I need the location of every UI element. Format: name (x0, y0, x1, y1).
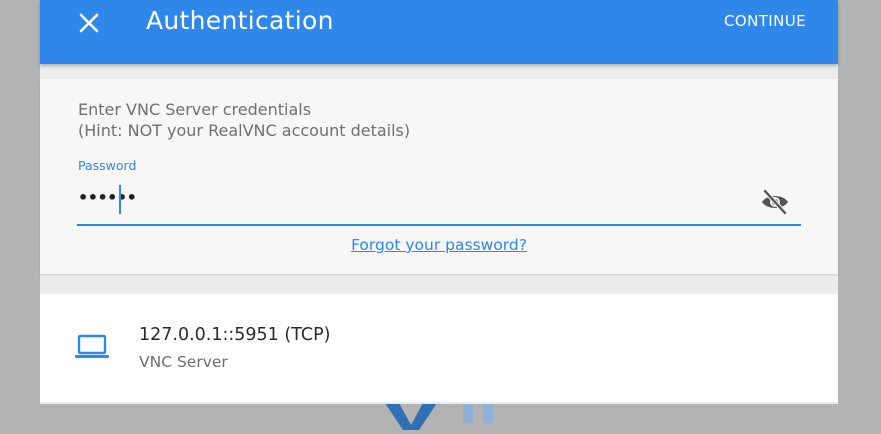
app-bar: Authentication CONTINUE (40, 0, 838, 64)
text-caret (119, 185, 121, 214)
password-input[interactable]: •••••• (78, 188, 137, 207)
eye-off-icon (762, 188, 788, 216)
close-button[interactable] (74, 8, 104, 38)
forgot-password-link[interactable]: Forgot your password? (351, 236, 527, 254)
laptop-icon (75, 334, 109, 360)
toggle-password-visibility-button[interactable] (759, 186, 791, 218)
server-type: VNC Server (139, 353, 228, 371)
dialog-title: Authentication (146, 6, 334, 35)
background-logo (385, 403, 505, 430)
auth-dialog: Authentication CONTINUE Enter VNC Server… (40, 0, 838, 404)
continue-button[interactable]: CONTINUE (724, 12, 806, 30)
hint-line-2: (Hint: NOT your RealVNC account details) (78, 121, 411, 140)
close-icon (79, 13, 99, 33)
credentials-hint: Enter VNC Server credentials (Hint: NOT … (78, 99, 410, 141)
password-field[interactable]: •••••• (77, 180, 801, 226)
forgot-password-area: Forgot your password? (40, 236, 838, 254)
password-label: Password (78, 158, 137, 173)
credentials-card: Enter VNC Server credentials (Hint: NOT … (40, 79, 838, 274)
hint-line-1: Enter VNC Server credentials (78, 100, 312, 119)
server-list-item[interactable]: 127.0.0.1::5951 (TCP) VNC Server (40, 294, 838, 402)
server-address: 127.0.0.1::5951 (TCP) (139, 325, 331, 345)
